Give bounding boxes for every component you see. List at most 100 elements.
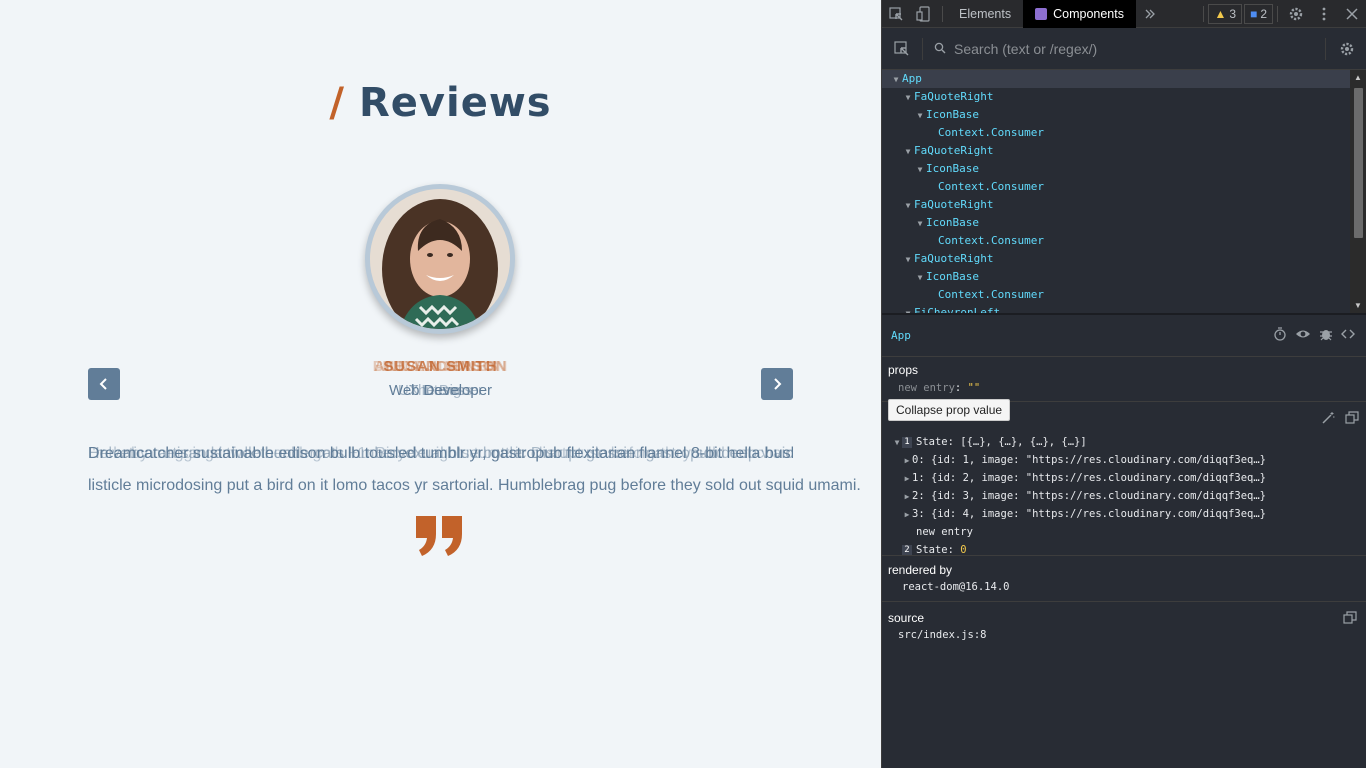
tree-scrollbar[interactable]: ▲ ▼ [1350,70,1366,313]
tree-row-label: Context.Consumer [938,288,1044,301]
expand-arrow-icon[interactable]: ▶ [902,488,912,506]
tree-collapse-arrow-icon[interactable]: ▼ [914,107,926,125]
tree-row-label: IconBase [926,108,979,121]
select-component-icon[interactable] [894,41,910,57]
search-separator [1325,38,1326,60]
magic-wand-icon[interactable] [1321,411,1335,425]
message-icon: ■ [1250,6,1258,21]
code-icon[interactable] [1341,327,1355,341]
device-toggle-icon[interactable] [910,0,938,28]
source-title: source [888,611,925,625]
tree-row[interactable]: ▼ FaQuoteRight [882,196,1350,214]
tree-collapse-arrow-icon[interactable]: ▼ [902,305,914,313]
next-button[interactable] [761,368,793,400]
new-prop-entry[interactable]: new entry: "" [898,382,980,394]
state-item[interactable]: ▶ 1: {id: 2, image: "https://res.cloudina… [882,469,1366,487]
tab-components-label: Components [1053,6,1124,21]
tree-collapse-arrow-icon[interactable]: ▼ [914,215,926,233]
tree-row-label: Context.Consumer [938,234,1044,247]
tree-row[interactable]: Context.Consumer [882,124,1350,142]
expand-arrow-icon[interactable]: ▶ [902,470,912,488]
tree-row[interactable]: Context.Consumer [882,286,1350,304]
devtools-panel: Elements Components ▲3 ■2 ▼App▼FaQuoteRi… [881,0,1366,768]
close-icon[interactable] [1338,0,1366,28]
state-item[interactable]: ▶ 0: {id: 1, image: "https://res.cloudina… [882,451,1366,469]
warnings-badge[interactable]: ▲ 3 [1208,3,1243,24]
tree-row[interactable]: ▼ FaQuoteRight [882,88,1350,106]
tooltip: Collapse prop value [888,399,1011,421]
section-divider [882,601,1366,602]
tree-collapse-arrow-icon[interactable]: ▼ [914,161,926,179]
chevron-left-icon [99,378,107,390]
hooks-list: ▼ 1 State: [{…}, {…}, {…}, {…}] ▶ 0: {id: 1… [882,433,1366,559]
state-item[interactable]: ▶ 2: {id: 3, image: "https://res.cloudina… [882,487,1366,505]
collapse-arrow-icon[interactable]: ▼ [892,434,902,452]
source-section: source src/index.js:8 [888,611,987,641]
tree-collapse-arrow-icon[interactable]: ▼ [902,89,914,107]
reviews-page: / Reviews SUSAN SMITH ANNA JOHNSON PETER … [0,0,881,768]
hook-state-1[interactable]: ▼ 1 State: [{…}, {…}, {…}, {…}] [882,433,1366,451]
tree-row[interactable]: ▼ IconBase [882,214,1350,232]
tree-row[interactable]: Context.Consumer [882,232,1350,250]
tree-row[interactable]: ▼ FaQuoteRight [882,250,1350,268]
expand-arrow-icon[interactable]: ▶ [902,452,912,470]
scroll-up-icon[interactable]: ▲ [1354,73,1362,82]
copy-icon[interactable] [1345,411,1359,425]
tree-collapse-arrow-icon[interactable]: ▼ [890,71,902,89]
tree-row[interactable]: ▼ IconBase [882,106,1350,124]
gear-icon[interactable] [1339,41,1355,57]
tab-separator [1277,5,1278,22]
tree-collapse-arrow-icon[interactable]: ▼ [914,269,926,287]
quote-icon [416,516,462,556]
scroll-down-icon[interactable]: ▼ [1354,301,1362,310]
tab-components[interactable]: Components [1023,0,1136,28]
new-entry-value: "" [967,382,981,394]
tree-collapse-arrow-icon[interactable]: ▼ [902,143,914,161]
title-slash: / [329,80,345,126]
reviewer-name-overlay: BILL ANDERSON [372,358,509,375]
rendered-by-value: react-dom@16.14.0 [902,581,1010,593]
selected-component-name: App [891,329,911,342]
prev-button[interactable] [88,368,120,400]
tree-row-label: App [902,72,922,85]
tree-row[interactable]: ▼ IconBase [882,160,1350,178]
inspector-actions [1273,327,1355,341]
new-entry-label: new entry [898,382,955,394]
review-text-line-2: listicle microdosing put a bird on it lo… [88,477,861,494]
tree-row-label: Context.Consumer [938,180,1044,193]
component-tree: ▼ App ▼ FaQuoteRight ▼ IconBase Context.Consum… [882,70,1350,313]
more-tabs-icon[interactable] [1136,0,1164,28]
messages-badge[interactable]: ■ 2 [1244,3,1273,24]
eye-icon[interactable] [1295,327,1311,341]
state-item[interactable]: ▶ 3: {id: 4, image: "https://res.cloudina… [882,505,1366,523]
tree-row[interactable]: ▼ IconBase [882,268,1350,286]
settings-icon[interactable] [1282,0,1310,28]
tree-row-label: FaQuoteRight [914,144,994,157]
tree-row[interactable]: ▼ App [882,70,1350,88]
inspect-element-icon[interactable] [882,0,910,28]
copy-icon[interactable] [1343,611,1357,625]
tab-elements[interactable]: Elements [947,0,1023,28]
kebab-menu-icon[interactable] [1310,0,1338,28]
rendered-by-title: rendered by [888,563,953,577]
state-1-summary: [{…}, {…}, {…}, {…}] [960,436,1087,448]
messages-count: 2 [1260,6,1267,21]
tree-collapse-arrow-icon[interactable]: ▼ [902,197,914,215]
tree-row[interactable]: ▼FiChevronLeft [882,304,1350,313]
search-separator [922,38,923,60]
state-new-entry[interactable]: new entry [882,523,1366,541]
bug-icon[interactable] [1319,327,1333,341]
search-input[interactable] [954,38,1314,60]
expand-arrow-icon[interactable]: ▶ [902,506,912,524]
tree-collapse-arrow-icon[interactable]: ▼ [902,251,914,269]
scroll-thumb[interactable] [1354,88,1363,238]
tree-row-label: FiChevronLeft [914,306,1001,313]
hook-state-2[interactable]: 2 State: 0 [882,541,1366,559]
tree-row-label: FaQuoteRight [914,198,994,211]
inspector-header: App [882,315,1366,357]
tree-row[interactable]: Context.Consumer [882,178,1350,196]
props-inspector: App props new entry: "" Collapse prop va… [882,313,1366,768]
tree-row[interactable]: ▼ FaQuoteRight [882,142,1350,160]
stopwatch-icon[interactable] [1273,327,1287,341]
section-divider [882,555,1366,556]
